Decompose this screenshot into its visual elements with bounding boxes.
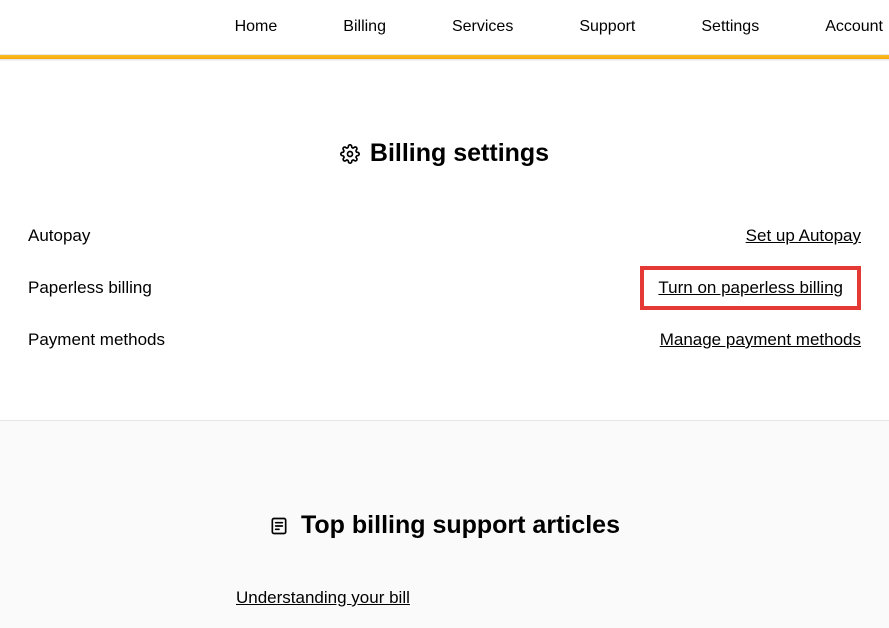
nav-services[interactable]: Services <box>452 18 513 36</box>
manage-payment-methods-link[interactable]: Manage payment methods <box>660 330 861 350</box>
turn-on-paperless-link[interactable]: Turn on paperless billing <box>658 278 843 297</box>
setting-label-paperless: Paperless billing <box>28 278 152 298</box>
setting-label-autopay: Autopay <box>28 226 90 246</box>
setup-autopay-link[interactable]: Set up Autopay <box>746 226 861 246</box>
billing-settings-heading: Billing settings <box>370 139 549 168</box>
nav-account[interactable]: Account <box>825 18 883 36</box>
article-icon <box>269 516 289 536</box>
setting-label-payment-methods: Payment methods <box>28 330 165 350</box>
nav-home[interactable]: Home <box>235 18 278 36</box>
support-articles-heading: Top billing support articles <box>301 511 620 540</box>
billing-settings-section: Billing settings Autopay Set up Autopay … <box>0 61 889 420</box>
gear-icon <box>340 144 360 164</box>
support-articles-title: Top billing support articles <box>28 511 861 540</box>
understanding-your-bill-link[interactable]: Understanding your bill <box>236 588 861 608</box>
support-articles-section: Top billing support articles Understandi… <box>0 420 889 628</box>
setting-row-paperless: Paperless billing Turn on paperless bill… <box>28 256 861 320</box>
top-nav: Home Billing Services Support Settings A… <box>0 0 889 54</box>
nav-support[interactable]: Support <box>579 18 635 36</box>
nav-billing[interactable]: Billing <box>343 18 386 36</box>
nav-settings[interactable]: Settings <box>701 18 759 36</box>
highlight-box: Turn on paperless billing <box>640 266 861 310</box>
billing-settings-title: Billing settings <box>28 139 861 168</box>
setting-row-autopay: Autopay Set up Autopay <box>28 216 861 256</box>
setting-row-payment-methods: Payment methods Manage payment methods <box>28 320 861 360</box>
